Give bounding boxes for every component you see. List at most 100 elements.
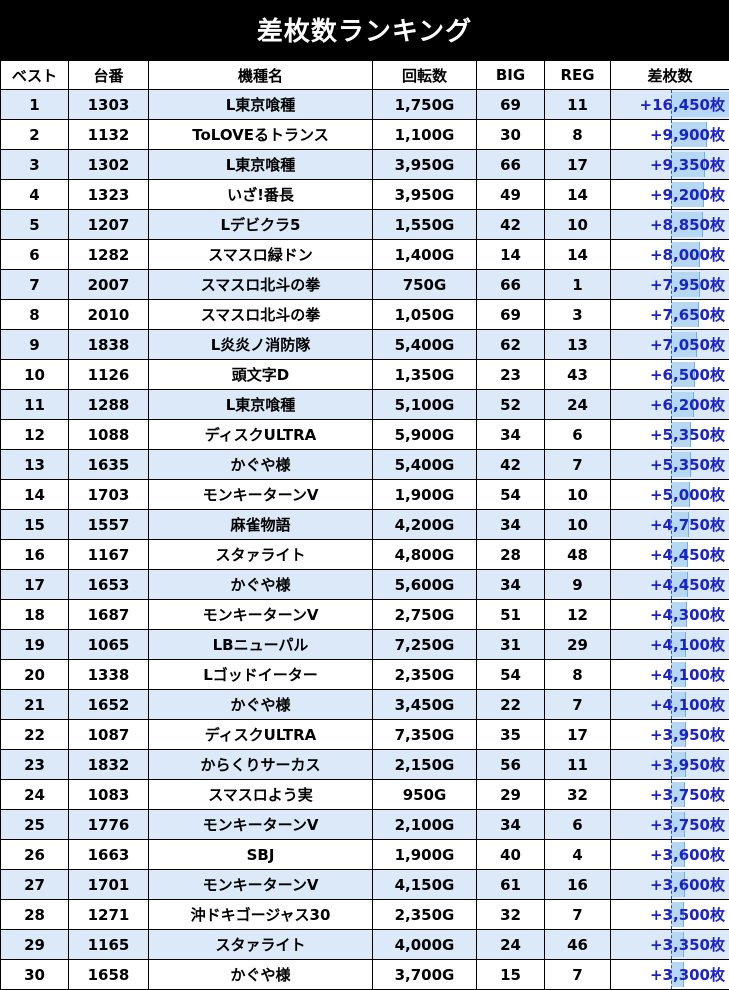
table-row: 151557麻雀物語4,200G3410+4,750枚: [1, 510, 729, 540]
col-header-machine-no: 台番: [69, 61, 149, 90]
ranking-table: ベスト 台番 機種名 回転数 BIG REG 差枚数 11303L東京喰種1,7…: [0, 60, 729, 990]
big-cell: 34: [477, 420, 545, 450]
table-row: 41323いざ!番長3,950G4914+9,200枚: [1, 180, 729, 210]
diff-value: +8,000枚: [650, 246, 725, 264]
model-cell: ディスクULTRA: [149, 720, 373, 750]
col-header-model: 機種名: [149, 61, 373, 90]
big-cell: 66: [477, 270, 545, 300]
model-cell: 頭文字D: [149, 360, 373, 390]
rank-cell: 2: [1, 120, 69, 150]
spins-cell: 3,950G: [373, 150, 477, 180]
spins-cell: 2,750G: [373, 600, 477, 630]
table-row: 191065LBニューパル7,250G3129+4,100枚: [1, 630, 729, 660]
diff-cell: +16,450枚: [611, 90, 729, 120]
table-row: 251776モンキーターンV2,100G346+3,750枚: [1, 810, 729, 840]
model-cell: Lデビクラ5: [149, 210, 373, 240]
big-cell: 54: [477, 480, 545, 510]
diff-value: +5,350枚: [650, 426, 725, 444]
spins-cell: 4,000G: [373, 930, 477, 960]
machine-no-cell: 1132: [69, 120, 149, 150]
spins-cell: 2,350G: [373, 660, 477, 690]
big-cell: 69: [477, 300, 545, 330]
big-cell: 61: [477, 870, 545, 900]
diff-cell: +9,200枚: [611, 180, 729, 210]
table-row: 231832からくりサーカス2,150G5611+3,950枚: [1, 750, 729, 780]
rank-cell: 25: [1, 810, 69, 840]
spins-cell: 2,150G: [373, 750, 477, 780]
rank-cell: 24: [1, 780, 69, 810]
big-cell: 42: [477, 450, 545, 480]
spins-cell: 4,800G: [373, 540, 477, 570]
diff-value: +3,300枚: [650, 966, 725, 984]
diff-value: +5,350枚: [650, 456, 725, 474]
model-cell: かぐや様: [149, 690, 373, 720]
spins-cell: 3,450G: [373, 690, 477, 720]
diff-value: +16,450枚: [640, 96, 725, 114]
machine-no-cell: 1701: [69, 870, 149, 900]
diff-cell: +5,350枚: [611, 420, 729, 450]
table-row: 301658かぐや様3,700G157+3,300枚: [1, 960, 729, 990]
machine-no-cell: 1658: [69, 960, 149, 990]
table-body: 11303L東京喰種1,750G6911+16,450枚21132ToLOVEる…: [1, 90, 729, 990]
rank-cell: 23: [1, 750, 69, 780]
spins-cell: 1,900G: [373, 840, 477, 870]
rank-cell: 29: [1, 930, 69, 960]
diff-value: +3,950枚: [650, 756, 725, 774]
table-row: 181687モンキーターンV2,750G5112+4,300枚: [1, 600, 729, 630]
rank-cell: 10: [1, 360, 69, 390]
diff-value: +6,500枚: [650, 366, 725, 384]
rank-cell: 20: [1, 660, 69, 690]
machine-no-cell: 1165: [69, 930, 149, 960]
machine-no-cell: 1557: [69, 510, 149, 540]
machine-no-cell: 1167: [69, 540, 149, 570]
diff-cell: +7,050枚: [611, 330, 729, 360]
diff-value: +7,950枚: [650, 276, 725, 294]
model-cell: モンキーターンV: [149, 600, 373, 630]
diff-value: +4,450枚: [650, 546, 725, 564]
reg-cell: 13: [545, 330, 611, 360]
spins-cell: 3,950G: [373, 180, 477, 210]
rank-cell: 3: [1, 150, 69, 180]
diff-value: +4,300枚: [650, 606, 725, 624]
spins-cell: 7,350G: [373, 720, 477, 750]
model-cell: ToLOVEるトランス: [149, 120, 373, 150]
reg-cell: 12: [545, 600, 611, 630]
big-cell: 35: [477, 720, 545, 750]
reg-cell: 4: [545, 840, 611, 870]
diff-value: +3,950枚: [650, 726, 725, 744]
model-cell: モンキーターンV: [149, 870, 373, 900]
diff-value: +4,100枚: [650, 666, 725, 684]
machine-no-cell: 1271: [69, 900, 149, 930]
table-row: 271701モンキーターンV4,150G6116+3,600枚: [1, 870, 729, 900]
diff-cell: +4,100枚: [611, 690, 729, 720]
rank-cell: 1: [1, 90, 69, 120]
table-row: 161167スタァライト4,800G2848+4,450枚: [1, 540, 729, 570]
diff-value: +6,200枚: [650, 396, 725, 414]
big-cell: 31: [477, 630, 545, 660]
reg-cell: 10: [545, 210, 611, 240]
model-cell: LBニューパル: [149, 630, 373, 660]
big-cell: 15: [477, 960, 545, 990]
rank-cell: 9: [1, 330, 69, 360]
spins-cell: 1,400G: [373, 240, 477, 270]
reg-cell: 17: [545, 150, 611, 180]
table-row: 201338Lゴッドイーター2,350G548+4,100枚: [1, 660, 729, 690]
diff-value: +3,500枚: [650, 906, 725, 924]
machine-no-cell: 1126: [69, 360, 149, 390]
model-cell: SBJ: [149, 840, 373, 870]
big-cell: 30: [477, 120, 545, 150]
rank-cell: 13: [1, 450, 69, 480]
diff-value: +7,650枚: [650, 306, 725, 324]
machine-no-cell: 1652: [69, 690, 149, 720]
rank-cell: 16: [1, 540, 69, 570]
model-cell: いざ!番長: [149, 180, 373, 210]
diff-value: +9,350枚: [650, 156, 725, 174]
model-cell: スマスロ北斗の拳: [149, 270, 373, 300]
diff-cell: +3,350枚: [611, 930, 729, 960]
spins-cell: 7,250G: [373, 630, 477, 660]
model-cell: かぐや様: [149, 960, 373, 990]
diff-value: +3,600枚: [650, 846, 725, 864]
table-row: 51207Lデビクラ51,550G4210+8,850枚: [1, 210, 729, 240]
table-row: 111288L東京喰種5,100G5224+6,200枚: [1, 390, 729, 420]
model-cell: L東京喰種: [149, 90, 373, 120]
